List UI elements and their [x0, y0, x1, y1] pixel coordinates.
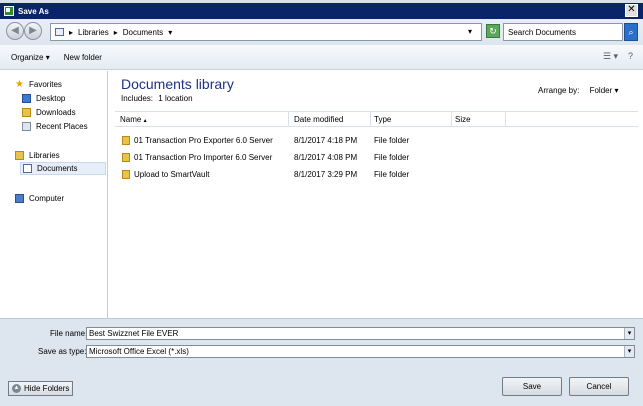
window-title: Save As — [18, 6, 49, 16]
star-icon: ★ — [15, 79, 24, 90]
arrange-value: Folder — [589, 86, 613, 95]
chevron-up-icon: ▲ — [12, 384, 21, 393]
column-size[interactable]: Size — [455, 115, 471, 124]
title-bar: Save As ✕ — [0, 3, 643, 19]
nav-documents[interactable]: Documents — [20, 162, 106, 175]
column-name[interactable]: Name ▴ — [120, 115, 147, 124]
forward-button[interactable]: ▶ — [24, 22, 42, 40]
library-title: Documents library — [121, 76, 234, 92]
column-divider[interactable] — [451, 112, 452, 127]
file-type: File folder — [374, 136, 410, 145]
organize-button[interactable]: Organize ▾ — [11, 53, 50, 62]
folder-icon — [122, 170, 130, 179]
organize-label: Organize — [11, 52, 44, 62]
address-row: ◀ ▶ ▸ Libraries ▸ Documents ▾ ▾ ↻ Search… — [0, 19, 643, 45]
breadcrumb-documents[interactable]: Documents — [123, 28, 163, 37]
includes-label: Includes: — [121, 94, 154, 103]
filename-label: File name: — [50, 329, 88, 338]
navigation-pane: ★ Favorites Desktop Downloads Recent Pla… — [3, 71, 108, 318]
file-date: 8/1/2017 4:18 PM — [294, 136, 358, 145]
new-folder-button[interactable]: New folder — [64, 53, 102, 62]
arrange-by: Arrange by: Folder ▾ — [538, 86, 619, 95]
savetype-label: Save as type: — [38, 347, 87, 356]
chevron-icon: ▸ — [69, 27, 74, 37]
save-button[interactable]: Save — [502, 377, 562, 396]
nav-downloads[interactable]: Downloads — [22, 106, 76, 119]
chevron-down-icon[interactable]: ▾ — [168, 28, 172, 37]
chevron-down-icon[interactable]: ▾ — [624, 328, 634, 339]
nav-downloads-label: Downloads — [36, 108, 76, 117]
column-divider[interactable] — [505, 112, 506, 127]
file-type: File folder — [374, 153, 410, 162]
column-divider[interactable] — [370, 112, 371, 127]
library-includes: Includes: 1 location — [121, 94, 193, 103]
nav-favorites-label: Favorites — [29, 80, 62, 89]
search-icon[interactable]: ⌕ — [624, 23, 638, 41]
filename-field[interactable]: Best Swizznet File EVER ▾ — [86, 327, 635, 340]
nav-computer[interactable]: Computer — [15, 192, 64, 205]
sort-asc-icon: ▴ — [143, 118, 147, 124]
file-date: 8/1/2017 3:29 PM — [294, 170, 358, 179]
file-name: 01 Transaction Pro Importer 6.0 Server — [134, 153, 273, 162]
arrange-label: Arrange by: — [538, 86, 580, 95]
nav-desktop-label: Desktop — [36, 94, 66, 103]
address-bar[interactable]: ▸ Libraries ▸ Documents ▾ ▾ — [50, 23, 482, 41]
column-type[interactable]: Type — [374, 115, 391, 124]
save-options-panel: File name: Best Swizznet File EVER ▾ Sav… — [0, 318, 643, 406]
desktop-icon — [22, 94, 31, 103]
nav-computer-label: Computer — [29, 194, 65, 203]
nav-favorites[interactable]: ★ Favorites — [15, 78, 62, 91]
file-row[interactable]: 01 Transaction Pro Exporter 6.0 Server 8… — [115, 134, 515, 149]
nav-libraries-label: Libraries — [29, 151, 60, 160]
hide-folders-label: Hide Folders — [24, 384, 70, 393]
close-button[interactable]: ✕ — [625, 4, 638, 17]
filename-value: Best Swizznet File EVER — [89, 329, 179, 338]
folder-icon — [122, 136, 130, 145]
recent-places-icon — [22, 122, 31, 131]
hide-folders-button[interactable]: ▲ Hide Folders — [8, 381, 74, 396]
save-as-type-select[interactable]: Microsoft Office Excel (*.xls) ▾ — [86, 345, 635, 358]
file-type: File folder — [374, 170, 410, 179]
app-icon — [4, 6, 14, 16]
downloads-icon — [22, 108, 31, 117]
address-dropdown-icon[interactable]: ▾ — [468, 27, 472, 36]
folder-icon — [122, 153, 130, 162]
file-name: 01 Transaction Pro Exporter 6.0 Server — [134, 136, 273, 145]
file-row[interactable]: 01 Transaction Pro Importer 6.0 Server 8… — [115, 151, 515, 166]
help-icon[interactable]: ? — [628, 51, 633, 62]
documents-icon — [23, 164, 32, 173]
file-row[interactable]: Upload to SmartVault 8/1/2017 3:29 PM Fi… — [115, 168, 515, 183]
arrange-dropdown[interactable]: Folder ▾ — [590, 86, 619, 95]
library-icon — [55, 28, 64, 36]
chevron-icon: ▸ — [113, 27, 118, 37]
nav-recent-label: Recent Places — [36, 122, 88, 131]
column-date-modified[interactable]: Date modified — [294, 115, 343, 124]
includes-location-link[interactable]: 1 location — [158, 94, 192, 103]
nav-desktop[interactable]: Desktop — [22, 92, 65, 105]
cancel-button[interactable]: Cancel — [569, 377, 629, 396]
search-placeholder: Search Documents — [508, 27, 577, 37]
file-name: Upload to SmartVault — [134, 170, 210, 179]
nav-documents-label: Documents — [37, 164, 78, 173]
chevron-down-icon[interactable]: ▾ — [624, 346, 634, 357]
nav-recent-places[interactable]: Recent Places — [22, 120, 88, 133]
refresh-button[interactable]: ↻ — [486, 24, 500, 38]
column-headers: Name ▴ Date modified Type Size — [115, 111, 638, 127]
toolbar: Organize ▾ New folder ☰ ▾ ? — [0, 45, 643, 70]
file-date: 8/1/2017 4:08 PM — [294, 153, 358, 162]
computer-icon — [15, 194, 24, 203]
breadcrumb-libraries[interactable]: Libraries — [78, 28, 109, 37]
back-button[interactable]: ◀ — [6, 22, 24, 40]
search-input[interactable]: Search Documents — [503, 23, 623, 41]
file-list-pane: Documents library Includes: 1 location A… — [110, 71, 643, 318]
column-divider[interactable] — [288, 112, 289, 127]
column-name-label: Name — [120, 115, 142, 124]
libraries-icon — [15, 151, 24, 160]
savetype-value: Microsoft Office Excel (*.xls) — [89, 347, 189, 356]
view-options-icon[interactable]: ☰ ▾ — [603, 51, 618, 62]
nav-libraries[interactable]: Libraries — [15, 149, 60, 162]
